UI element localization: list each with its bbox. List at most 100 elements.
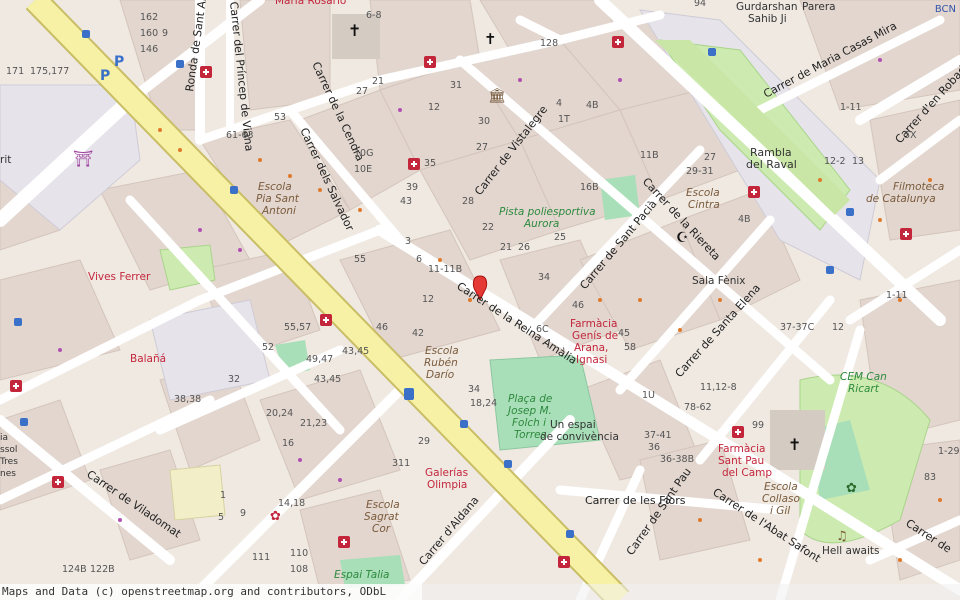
poi-label-placa-3: Folch i (512, 417, 546, 429)
svg-text:78-62: 78-62 (684, 402, 712, 413)
pharmacy-icon (408, 158, 420, 170)
svg-text:21: 21 (372, 76, 384, 87)
museum-icon: 🏛 (488, 87, 506, 104)
svg-text:128: 128 (540, 38, 558, 49)
svg-text:160: 160 (140, 28, 158, 39)
poi-label-escola-pia-2: Pia Sant (256, 193, 300, 205)
pharmacy-icon (200, 66, 212, 78)
svg-text:1-29: 1-29 (938, 446, 960, 457)
attribution-text[interactable]: Maps and Data (c) openstreetmap.org and … (0, 584, 422, 600)
svg-text:49,47: 49,47 (306, 354, 333, 365)
pharmacy-icon (748, 186, 760, 198)
svg-text:110: 110 (290, 548, 308, 559)
poi-label-sagrat-1: Escola (366, 499, 400, 511)
poi-label-maria-rosario: Maria Rosario (275, 0, 346, 7)
svg-text:46: 46 (572, 300, 584, 311)
poi-label-farmacia-genis-1: Farmàcia (570, 318, 617, 330)
svg-text:11,12-8: 11,12-8 (700, 382, 737, 393)
svg-text:10G: 10G (354, 148, 373, 159)
svg-text:37-37C: 37-37C (780, 322, 815, 333)
poi-label-sagrat-3: Cor (372, 523, 391, 535)
poi-label-parera: Parera (802, 1, 836, 13)
pharmacy-icon (612, 36, 624, 48)
poi-label-ssol-3: Tres (0, 457, 18, 467)
svg-text:32: 32 (228, 374, 240, 385)
svg-text:43,45: 43,45 (314, 374, 341, 385)
svg-text:99: 99 (752, 420, 764, 431)
svg-text:9: 9 (240, 508, 246, 519)
poi-label-espai-1: Un espai (550, 419, 596, 431)
poi-label-placa-2: Josep M. (506, 405, 552, 417)
pharmacy-icon (732, 426, 744, 438)
svg-text:55: 55 (354, 254, 366, 265)
poi-label-ruben-2: Rubén (424, 357, 458, 369)
paw-icon: ✿ (846, 481, 857, 496)
poi-label-cintra-2: Cintra (688, 199, 720, 211)
map-view[interactable]: Carrer de la Reina Amàlia Carrer de Vist… (0, 0, 960, 600)
svg-text:12: 12 (832, 322, 844, 333)
pharmacy-icon (52, 476, 64, 488)
poi-label-gurdarshan-2: Sahib Ji (748, 13, 787, 25)
svg-text:146: 146 (140, 44, 158, 55)
svg-text:43: 43 (400, 196, 412, 207)
svg-text:25: 25 (554, 232, 566, 243)
svg-text:1-11: 1-11 (886, 290, 908, 301)
svg-text:34: 34 (468, 384, 480, 395)
svg-text:37-41: 37-41 (644, 430, 672, 441)
svg-text:83: 83 (924, 472, 936, 483)
pharmacy-icon (900, 228, 912, 240)
svg-text:27: 27 (356, 86, 368, 97)
svg-text:27: 27 (704, 152, 716, 163)
pharmacy-icon (10, 380, 22, 392)
svg-text:20,24: 20,24 (266, 408, 293, 419)
svg-text:38,38: 38,38 (174, 394, 201, 405)
svg-text:162: 162 (140, 12, 158, 23)
poi-label-farmacia-sp-1: Farmàcia (718, 443, 765, 455)
flower-icon: ✿ (270, 509, 281, 524)
poi-label-gurdarshan-1: Gurdarshan (736, 1, 798, 13)
svg-text:11-11B: 11-11B (428, 264, 462, 275)
svg-text:21: 21 (500, 242, 512, 253)
svg-text:58: 58 (624, 342, 636, 353)
poi-label-farmacia-genis-2: Genís de (572, 330, 618, 342)
svg-text:4: 4 (556, 98, 562, 109)
church-icon: ✝ (484, 30, 497, 48)
svg-text:29: 29 (418, 436, 430, 447)
svg-text:94: 94 (694, 0, 706, 9)
svg-text:10E: 10E (354, 164, 372, 175)
svg-text:1-11: 1-11 (840, 102, 862, 113)
svg-text:12: 12 (422, 294, 434, 305)
svg-text:61-63: 61-63 (226, 130, 254, 141)
svg-text:9: 9 (162, 28, 168, 39)
svg-text:43,45: 43,45 (342, 346, 369, 357)
svg-text:122B: 122B (90, 564, 115, 575)
svg-text:14,18: 14,18 (278, 498, 305, 509)
svg-text:1: 1 (220, 490, 226, 501)
poi-label-espai-2: de convivència (540, 431, 619, 443)
svg-text:6C: 6C (536, 324, 549, 335)
poi-label-ssol-2: ssol (0, 445, 17, 455)
bcn-label: BCN (934, 4, 956, 15)
svg-text:4B: 4B (586, 100, 599, 111)
poi-label-sagrat-2: Sagrat (364, 511, 400, 523)
poi-label-farmacia-genis-4: Ignasi (576, 354, 607, 366)
poi-label-rit: rit (0, 154, 11, 166)
svg-text:26: 26 (518, 242, 530, 253)
svg-text:1U: 1U (642, 390, 655, 401)
poi-label-ruben-1: Escola (425, 345, 459, 357)
svg-text:5: 5 (218, 512, 224, 523)
svg-text:36: 36 (648, 442, 660, 453)
svg-text:11B: 11B (640, 150, 659, 161)
parking-icon: P (100, 68, 110, 84)
poi-label-filmoteca-1: Filmoteca (893, 181, 944, 193)
church-icon: ✝ (348, 21, 361, 40)
svg-text:46: 46 (376, 322, 388, 333)
poi-label-collaso-1: Escola (764, 481, 798, 493)
poi-label-escola-pia-3: Antoni (261, 205, 296, 217)
svg-text:108: 108 (290, 564, 308, 575)
poi-label-collaso-2: Collaso (762, 493, 800, 505)
svg-text:28: 28 (462, 196, 474, 207)
church-icon: ✝ (788, 435, 801, 454)
poi-label-hell-awaits: Hell awaits (822, 545, 880, 557)
poi-label-farmacia-genis-3: Arana, (574, 342, 608, 354)
